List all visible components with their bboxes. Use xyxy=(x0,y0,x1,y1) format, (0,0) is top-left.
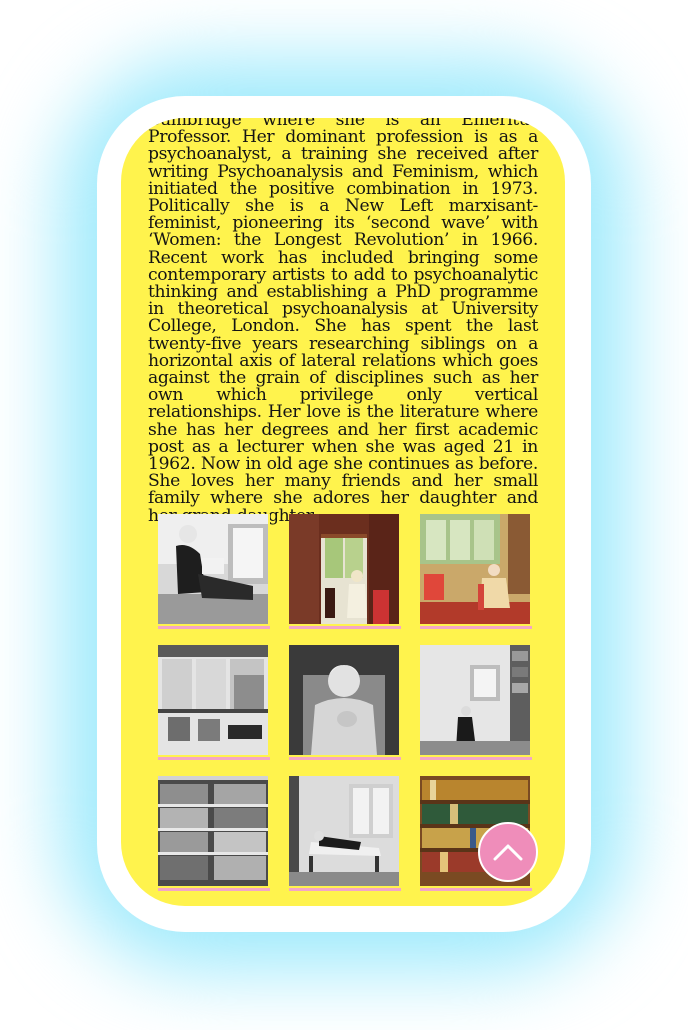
gallery-photo-5[interactable] xyxy=(289,645,401,760)
screen[interactable]: Cambridge where she is an Emeritus Profe… xyxy=(121,118,565,906)
gallery-photo-2[interactable] xyxy=(289,514,401,629)
photo-woman-seated-in-room xyxy=(420,514,530,624)
photo-woman-by-window xyxy=(420,645,530,755)
photo-woman-in-doorway xyxy=(289,514,399,624)
gallery-photo-1[interactable] xyxy=(158,514,270,629)
gallery-photo-4[interactable] xyxy=(158,645,270,760)
photo-woman-smiling-portrait xyxy=(289,645,399,755)
photo-woman-reading-on-daybed xyxy=(158,514,268,624)
gallery-photo-3[interactable] xyxy=(420,514,532,629)
chevron-up-icon xyxy=(493,844,523,861)
gallery-photo-6[interactable] xyxy=(420,645,532,760)
photo-woman-lying-on-chaise xyxy=(289,776,399,886)
photo-bookshelves xyxy=(158,776,268,886)
scroll-to-top-button[interactable] xyxy=(478,822,538,882)
gallery-photo-8[interactable] xyxy=(289,776,401,891)
gallery-photo-7[interactable] xyxy=(158,776,270,891)
photo-conservatory-chairs xyxy=(158,645,268,755)
biography-text: Cambridge where she is an Emeritus Profe… xyxy=(148,118,538,524)
